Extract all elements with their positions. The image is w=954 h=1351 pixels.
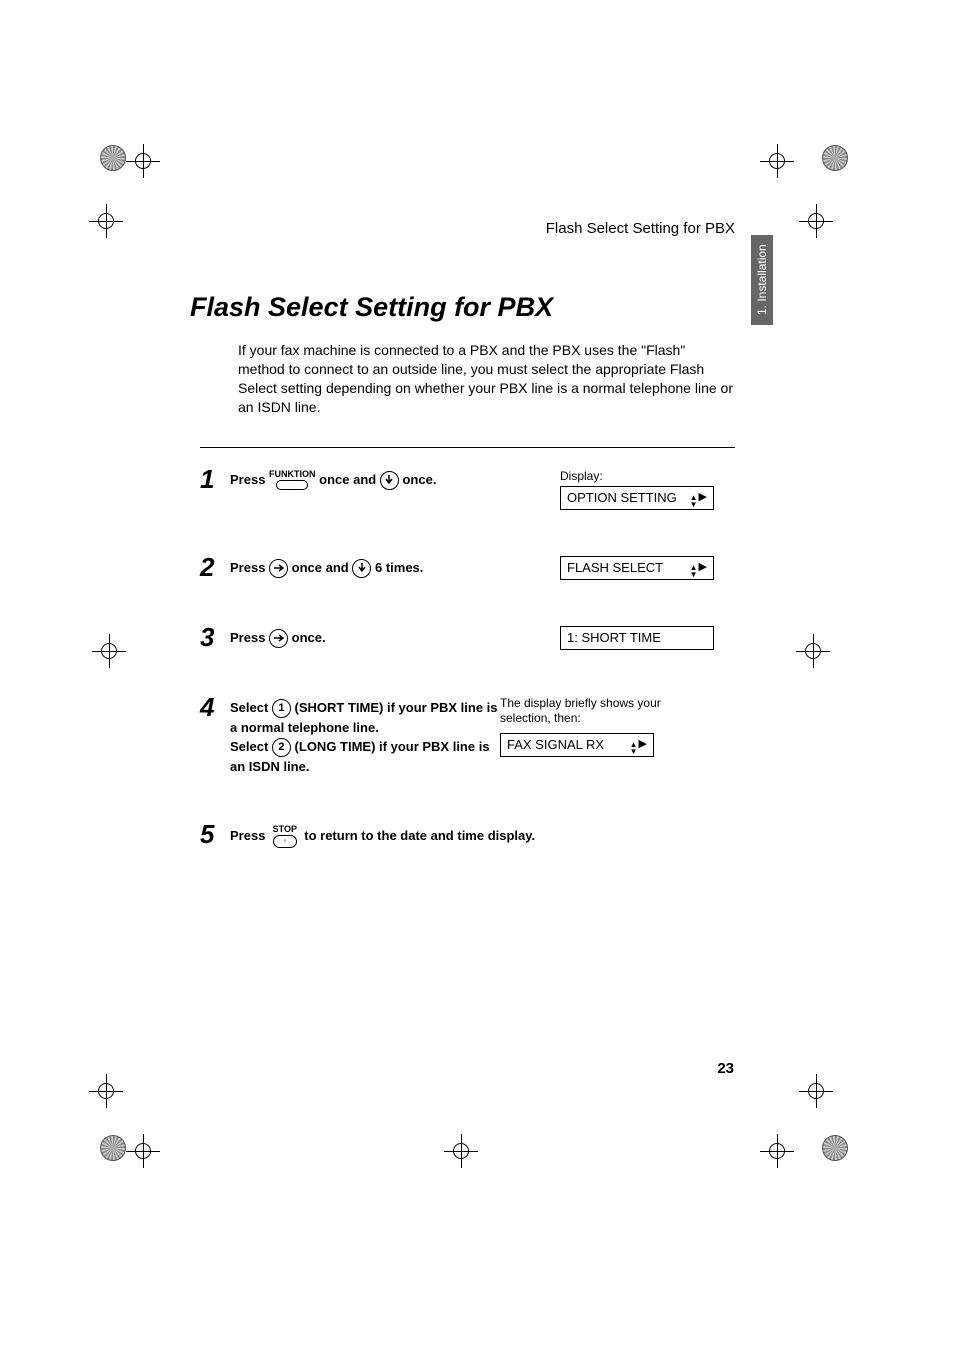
- crop-mark-icon: [766, 150, 788, 172]
- lcd-display: FLASH SELECT ▲▼▶: [560, 556, 714, 580]
- down-arrow-key-icon: [352, 559, 371, 578]
- step-number: 1: [200, 466, 230, 492]
- running-header: Flash Select Setting for PBX: [190, 220, 735, 237]
- step-instruction: Select 1 (SHORT TIME) if your PBX line i…: [230, 694, 500, 777]
- crop-mark-icon: [95, 210, 117, 232]
- lcd-display: FAX SIGNAL RX ▲▼▶: [500, 733, 654, 757]
- text: Press: [230, 472, 269, 487]
- crop-mark-icon: [95, 1080, 117, 1102]
- text: once.: [292, 630, 326, 645]
- step-number: 5: [200, 821, 230, 847]
- display-text: FLASH SELECT: [567, 560, 663, 575]
- right-arrow-key-icon: [269, 559, 288, 578]
- funktion-key-icon: FUNKTION: [269, 470, 316, 490]
- step-2: 2 Press once and 6 times. FLASH SELECT ▲…: [200, 536, 735, 606]
- text: once and: [319, 472, 380, 487]
- step-instruction: Press STOP to return to the date and tim…: [230, 821, 735, 848]
- display-note: The display briefly shows your selection…: [500, 696, 675, 727]
- step-instruction: Press once.: [230, 624, 560, 648]
- crop-mark-icon: [822, 1135, 848, 1161]
- step-number: 3: [200, 624, 230, 650]
- number-1-key-icon: 1: [272, 699, 291, 718]
- nav-arrows-icon: ▲▼▶: [630, 735, 647, 755]
- steps-container: 1 Press FUNKTION once and once. Display:…: [200, 447, 735, 874]
- stop-key-icon: STOP: [273, 825, 297, 848]
- crop-mark-icon: [132, 150, 154, 172]
- step-1: 1 Press FUNKTION once and once. Display:…: [200, 448, 735, 536]
- lcd-display: 1: SHORT TIME: [560, 626, 714, 650]
- crop-mark-icon: [805, 210, 827, 232]
- crop-mark-icon: [100, 1135, 126, 1161]
- display-text: OPTION SETTING: [567, 490, 677, 505]
- crop-mark-icon: [802, 640, 824, 662]
- nav-arrows-icon: ▲▼▶: [690, 488, 707, 508]
- step-5: 5 Press STOP to return to the date and t…: [200, 803, 735, 874]
- text: Select: [230, 739, 272, 754]
- crop-mark-icon: [98, 640, 120, 662]
- intro-paragraph: If your fax machine is connected to a PB…: [238, 341, 735, 417]
- text: Press: [230, 828, 269, 843]
- display-text: FAX SIGNAL RX: [507, 737, 604, 752]
- text: once.: [402, 472, 436, 487]
- text: to return to the date and time display.: [304, 828, 535, 843]
- crop-mark-icon: [450, 1140, 472, 1162]
- nav-arrows-icon: ▲▼▶: [690, 558, 707, 578]
- crop-mark-icon: [805, 1080, 827, 1102]
- text: Press: [230, 630, 269, 645]
- lcd-display: OPTION SETTING ▲▼▶: [560, 486, 714, 510]
- page-number: 23: [717, 1060, 734, 1077]
- chapter-tab: 1. Installation: [751, 235, 773, 325]
- step-3: 3 Press once. 1: SHORT TIME: [200, 606, 735, 676]
- crop-mark-icon: [822, 145, 848, 171]
- step-number: 4: [200, 694, 230, 720]
- number-2-key-icon: 2: [272, 738, 291, 757]
- display-text: 1: SHORT TIME: [567, 630, 661, 645]
- text: Select: [230, 700, 272, 715]
- crop-mark-icon: [132, 1140, 154, 1162]
- text: once and: [292, 560, 353, 575]
- right-arrow-key-icon: [269, 629, 288, 648]
- step-instruction: Press once and 6 times.: [230, 554, 560, 578]
- text: 6 times.: [375, 560, 423, 575]
- crop-mark-icon: [100, 145, 126, 171]
- text: Press: [230, 560, 269, 575]
- down-arrow-key-icon: [380, 471, 399, 490]
- display-label: Display:: [560, 469, 603, 483]
- crop-mark-icon: [766, 1140, 788, 1162]
- section-title: Flash Select Setting for PBX: [190, 292, 735, 323]
- step-number: 2: [200, 554, 230, 580]
- step-4: 4 Select 1 (SHORT TIME) if your PBX line…: [200, 676, 735, 803]
- step-instruction: Press FUNKTION once and once.: [230, 466, 560, 491]
